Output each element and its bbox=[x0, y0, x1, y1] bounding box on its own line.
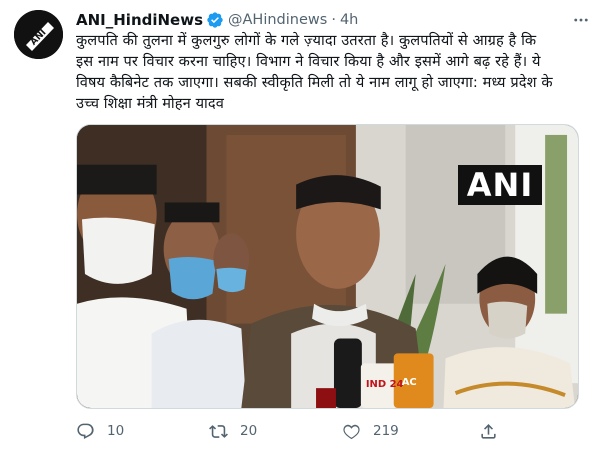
reply-count: 10 bbox=[107, 423, 125, 439]
avatar[interactable]: ANI bbox=[14, 10, 63, 59]
more-options-button[interactable] bbox=[570, 9, 592, 31]
tweet-text-line: विषय कैबिनेट तक जाएगा। सबकी स्वीकृति मिल… bbox=[76, 74, 553, 91]
tweet-header: ANI_HindiNews @AHindinews · 4h bbox=[76, 9, 592, 31]
tweet-photo[interactable]: IND 24 AC ANI bbox=[76, 124, 579, 409]
retweet-button[interactable]: 20 bbox=[209, 419, 257, 443]
reply-icon bbox=[77, 423, 94, 439]
retweet-count: 20 bbox=[240, 423, 258, 439]
verified-badge-icon bbox=[207, 12, 223, 28]
separator-dot: · bbox=[331, 12, 336, 28]
timestamp[interactable]: 4h bbox=[340, 12, 358, 28]
mic-label: IND 24 bbox=[366, 379, 404, 390]
tweet-actions: 10 20 219 bbox=[76, 419, 546, 443]
tweet-text-line: इस नाम पर विचार करना चाहिए। विभाग ने विच… bbox=[76, 53, 541, 70]
mic-label: AC bbox=[402, 377, 417, 388]
user-handle[interactable]: @AHindinews bbox=[228, 12, 327, 28]
share-button[interactable] bbox=[479, 419, 498, 443]
heart-icon bbox=[343, 424, 360, 439]
retweet-icon bbox=[209, 424, 228, 438]
ani-watermark: ANI bbox=[458, 165, 542, 205]
tweet-text: कुलपति की तुलना में कुलगुरु लोगों के गले… bbox=[76, 30, 584, 114]
more-dots-icon bbox=[574, 18, 588, 22]
reply-button[interactable]: 10 bbox=[76, 419, 124, 443]
tweet-text-line: उच्च शिक्षा मंत्री मोहन यादव bbox=[76, 95, 224, 112]
like-count: 219 bbox=[373, 423, 399, 439]
like-button[interactable]: 219 bbox=[342, 419, 399, 443]
tweet-text-line: कुलपति की तुलना में कुलगुरु लोगों के गले… bbox=[76, 32, 537, 49]
display-name[interactable]: ANI_HindiNews bbox=[76, 11, 203, 29]
ani-avatar-logo: ANI bbox=[14, 10, 63, 59]
share-icon bbox=[481, 423, 496, 439]
